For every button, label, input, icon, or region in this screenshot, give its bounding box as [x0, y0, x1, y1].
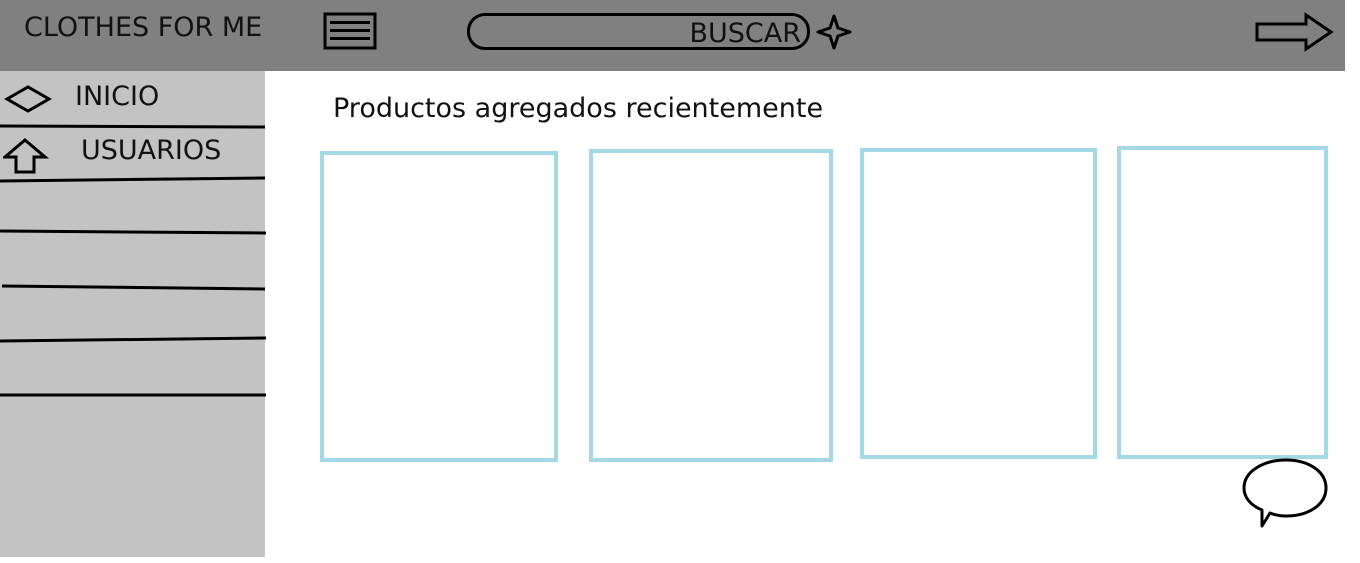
brand-title: CLOTHES FOR ME — [24, 12, 263, 43]
chat-button[interactable] — [1240, 456, 1332, 530]
sidebar-divider — [0, 336, 267, 343]
section-title: Productos agregados recientemente — [333, 93, 824, 124]
product-card[interactable] — [589, 149, 833, 462]
sidebar-divider — [0, 229, 267, 235]
top-bar: CLOTHES FOR ME BUSCAR — [0, 0, 1345, 71]
product-card[interactable] — [860, 148, 1097, 459]
menu-button[interactable] — [323, 12, 377, 50]
sidebar-divider — [0, 176, 266, 183]
sidebar: INICIO USUARIOS — [0, 71, 267, 557]
sparkle-icon — [816, 14, 852, 50]
sidebar-divider — [1, 284, 266, 291]
search-input[interactable]: BUSCAR — [467, 13, 810, 50]
chat-bubble-icon — [1242, 458, 1328, 528]
sidebar-item-inicio[interactable]: INICIO — [0, 73, 265, 123]
sidebar-item-label: USUARIOS — [81, 135, 222, 166]
search-button[interactable] — [816, 14, 852, 50]
product-card[interactable] — [1117, 146, 1328, 459]
arrow-right-icon — [1255, 12, 1334, 52]
sidebar-item-usuarios[interactable]: USUARIOS — [0, 129, 265, 179]
search-label: BUSCAR — [689, 18, 801, 49]
diamond-icon — [4, 85, 52, 113]
sidebar-divider — [0, 393, 266, 397]
menu-icon — [323, 12, 377, 50]
sidebar-item-label: INICIO — [75, 81, 160, 112]
logout-button[interactable] — [1254, 12, 1334, 52]
product-card[interactable] — [320, 151, 558, 462]
arrow-up-icon — [3, 138, 49, 174]
